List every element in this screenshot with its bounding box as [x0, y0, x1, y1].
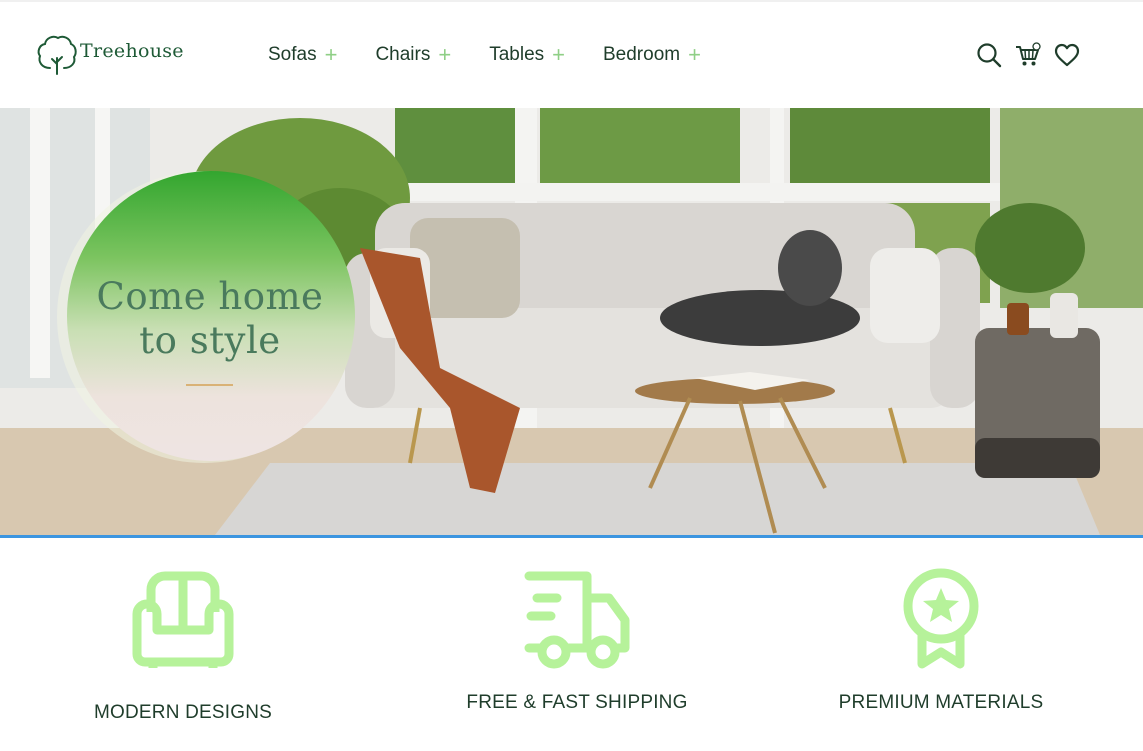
hero-title: Come home to style	[57, 275, 363, 363]
feature-label: PREMIUM MATERIALS	[838, 692, 1044, 713]
nav-label: Tables	[489, 44, 545, 65]
nav-label: Chairs	[375, 44, 431, 65]
brand-name: Treehouse	[80, 40, 184, 62]
brand-logo[interactable]: Treehouse	[36, 34, 184, 76]
hero-headline-badge: Come home to style	[57, 171, 357, 463]
heart-icon	[1054, 43, 1080, 67]
search-button[interactable]	[975, 40, 1003, 70]
cart-button[interactable]	[1014, 40, 1042, 70]
hero-banner: Come home to style	[0, 108, 1143, 535]
header-actions	[964, 40, 1081, 70]
feature-premium-materials: PREMIUM MATERIALS	[791, 538, 1091, 714]
feature-modern-designs: MODERN DESIGNS	[33, 538, 333, 724]
search-icon	[977, 43, 1002, 68]
truck-icon	[524, 571, 630, 669]
nav-item-chairs[interactable]: Chairs +	[375, 44, 451, 66]
cart-icon	[1016, 42, 1041, 66]
tree-logo-icon	[37, 35, 77, 75]
nav-item-sofas[interactable]: Sofas +	[268, 44, 337, 66]
hero-title-line2: to style	[139, 319, 281, 362]
plus-icon: +	[688, 42, 701, 67]
armchair-icon	[132, 571, 234, 668]
site-header: Treehouse Sofas + Chairs + Tables + Bedr…	[0, 0, 1143, 108]
feature-free-fast-shipping: FREE & FAST SHIPPING	[427, 538, 727, 714]
nav-item-tables[interactable]: Tables +	[489, 44, 565, 66]
feature-label: MODERN DESIGNS	[93, 702, 273, 723]
award-ribbon-icon	[903, 568, 979, 669]
hero-title-line1: Come home	[96, 275, 324, 318]
plus-icon: +	[438, 42, 452, 67]
hero-divider	[186, 384, 233, 386]
plus-icon: +	[552, 42, 565, 67]
nav-label: Bedroom	[603, 44, 681, 65]
main-nav: Sofas + Chairs + Tables + Bedroom +	[268, 44, 739, 66]
plus-icon: +	[324, 42, 338, 67]
nav-label: Sofas	[268, 44, 317, 65]
nav-item-bedroom[interactable]: Bedroom +	[603, 44, 701, 66]
feature-label: FREE & FAST SHIPPING	[466, 692, 688, 713]
features-strip: MODERN DESIGNS FREE & FAST SHIPPING PREM…	[0, 538, 1143, 751]
wishlist-button[interactable]	[1053, 40, 1081, 70]
